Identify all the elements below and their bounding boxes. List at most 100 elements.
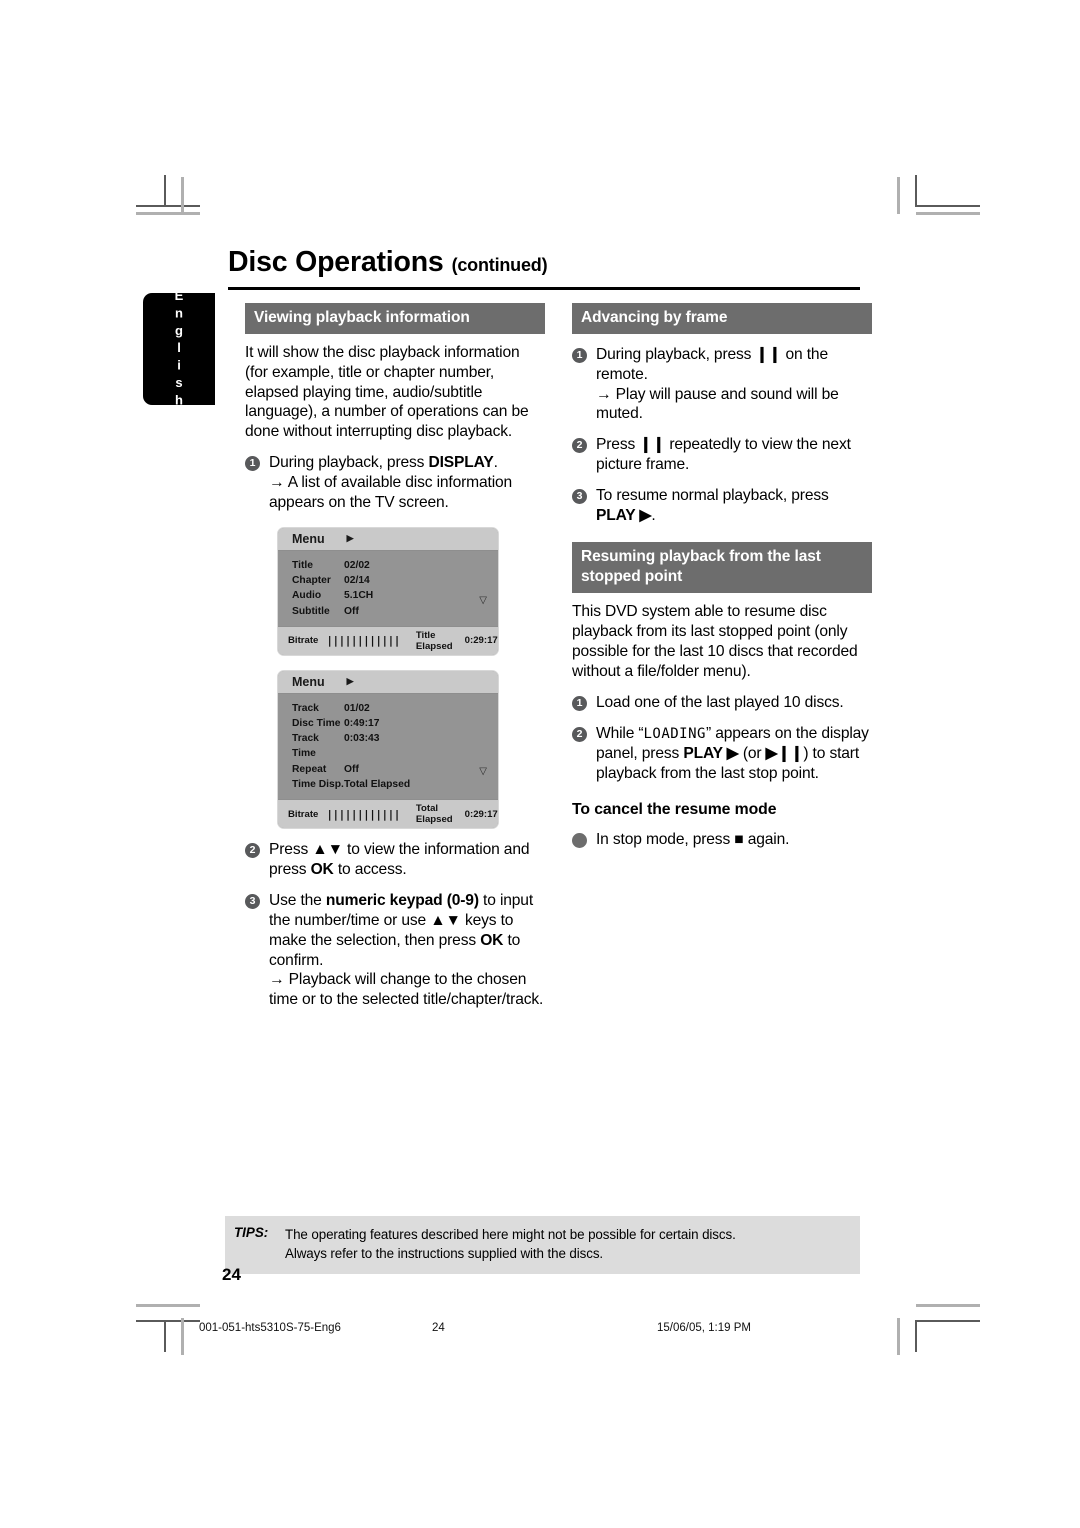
plain-text: During playback, press bbox=[269, 454, 429, 472]
osd-row-key: Chapter bbox=[292, 575, 331, 587]
step-result-note: → Playback will change to the chosen tim… bbox=[269, 971, 544, 1009]
osd-menu-row: Title 02/02 bbox=[278, 558, 498, 573]
page-title: Disc Operations (continued) bbox=[228, 248, 860, 277]
step-left-b-1: 2 Press ▲▼ to view the information and pr… bbox=[245, 840, 545, 880]
tips-box: TIPS: The operating features described h… bbox=[225, 1216, 860, 1275]
step-number-marker: 1 bbox=[245, 456, 260, 472]
printer-footer-filename: 001-051-hts5310S-75-Eng6 bbox=[199, 1322, 341, 1334]
section-heading-resuming-playback: Resuming playback from the last stopped … bbox=[572, 541, 872, 594]
step-text: Press ▲▼ to view the information and pre… bbox=[269, 841, 530, 879]
step-number-marker: 1 bbox=[572, 695, 587, 711]
elapsed-value: 0:29:17 bbox=[464, 635, 498, 647]
manual-page: Disc Operations (continued) English View… bbox=[0, 0, 1080, 1528]
right-column: Advancing by frame 1 During playback, pre… bbox=[572, 303, 872, 850]
osd-status-bar: Bitrate |||||||||||| Total Elapsed 0:29:17 bbox=[278, 799, 498, 829]
osd-menu-row: Disc Time 0:49:17 bbox=[278, 716, 498, 731]
step-text: Press ❙❙ repeatedly to view the next pic… bbox=[596, 436, 851, 473]
osd-row-value: 5.1CH bbox=[344, 590, 374, 602]
osd-row-key: Disc Time bbox=[292, 718, 341, 729]
chevron-down-icon: ▽ bbox=[479, 766, 487, 778]
osd-row-key: Time Disp. bbox=[292, 778, 344, 790]
page-title-main: Disc Operations bbox=[228, 246, 444, 278]
osd-row-value: 0:49:17 bbox=[344, 718, 380, 729]
osd-menu-title: Menu bbox=[292, 674, 325, 689]
right-steps-group-1: 1 During playback, press ❙❙ on the remote… bbox=[572, 345, 872, 526]
plain-text: To resume normal playback, press bbox=[596, 487, 829, 505]
plain-text: During playback, press bbox=[596, 345, 756, 363]
step-resuming-1: 1 Load one of the last played 10 discs. bbox=[572, 693, 872, 713]
osd-row-value: 0:03:43 bbox=[344, 733, 380, 745]
plain-text: . bbox=[493, 454, 498, 472]
plain-text: Press bbox=[269, 841, 313, 859]
emphasis-text: ❙❙ bbox=[639, 436, 666, 454]
osd-row-value: 02/14 bbox=[344, 575, 370, 587]
chevron-down-icon: ▽ bbox=[479, 594, 487, 606]
plain-text: While “ bbox=[596, 724, 644, 742]
page-number: 24 bbox=[222, 1265, 241, 1284]
osd-menu-row: Subtitle Off bbox=[278, 604, 498, 619]
elapsed-value: 0:29:17 bbox=[464, 808, 498, 820]
title-rule bbox=[228, 286, 860, 290]
osd-status-bar: Bitrate |||||||||||| Title Elapsed 0:29:17 bbox=[278, 625, 498, 655]
step-number-marker: 3 bbox=[572, 489, 587, 505]
osd-row-key: Track bbox=[292, 702, 319, 714]
emphasis-text: DISPLAY bbox=[428, 454, 494, 472]
step-number-marker: 2 bbox=[572, 438, 587, 454]
osd-menu-row: Chapter 02/14 bbox=[278, 573, 498, 588]
osd-menu-row: Track Time 0:03:43 bbox=[278, 731, 498, 761]
osd-menu-box: Menu ▶ Title 02/02 Chapter 02/14 Audio 5.1CH Sub… bbox=[277, 526, 499, 656]
osd-menu-row: Track 01/02 bbox=[278, 701, 498, 716]
bitrate-bars: |||||||||||| bbox=[326, 807, 400, 821]
section-heading-viewing-playback-information: Viewing playback information bbox=[245, 303, 545, 334]
step-result-note: → Play will pause and sound will be mute… bbox=[596, 385, 839, 423]
language-tab-label: English bbox=[171, 288, 187, 410]
left-steps-group-b: 2 Press ▲▼ to view the information and pr… bbox=[245, 840, 545, 1010]
right-steps-group-2: 1 Load one of the last played 10 discs. 2 W… bbox=[572, 693, 872, 784]
step-result-note: → A list of available disc information a… bbox=[269, 474, 513, 511]
emphasis-text: OK bbox=[480, 931, 504, 949]
plain-text: Load one of the last played 10 discs. bbox=[596, 693, 844, 711]
plain-text: . bbox=[651, 506, 656, 524]
step-number-marker: 3 bbox=[245, 893, 260, 909]
plain-text: Use the bbox=[269, 891, 326, 909]
osd-menu-box: Menu ▶ Track 01/02 Disc Time 0:49:17 Track Tim… bbox=[277, 669, 499, 830]
osd-menu-header: Menu ▶ bbox=[278, 527, 498, 551]
step-left-b-2: 3 Use the numeric keypad (0-9) to input t… bbox=[245, 891, 545, 1010]
page-header: Disc Operations (continued) bbox=[228, 248, 860, 290]
plain-text: In stop mode, press bbox=[596, 831, 735, 849]
osd-row-key: Title bbox=[292, 559, 313, 571]
tips-label: TIPS: bbox=[234, 1225, 269, 1240]
osd-row-value: 02/02 bbox=[344, 559, 370, 571]
osd-menu-body: Title 02/02 Chapter 02/14 Audio 5.1CH Subtitle… bbox=[278, 551, 498, 626]
osd-menu-header: Menu ▶ bbox=[278, 670, 498, 694]
osd-menu-body: Track 01/02 Disc Time 0:49:17 Track Time 0:03… bbox=[278, 694, 498, 799]
plain-text: (or bbox=[738, 744, 766, 762]
step-cancel-1: In stop mode, press ■ again. bbox=[572, 830, 872, 850]
left-column: Viewing playback information It will sho… bbox=[245, 303, 545, 1010]
bullet-marker bbox=[572, 833, 587, 849]
step-text: During playback, press ❙❙ on the remote. bbox=[596, 346, 828, 383]
osd-menu-row: Repeat Off bbox=[278, 762, 498, 777]
section-heading-advancing-by-frame: Advancing by frame bbox=[572, 303, 872, 334]
emphasis-text: ■ bbox=[734, 831, 744, 849]
step-number-marker: 1 bbox=[572, 347, 587, 363]
osd-row-key: Repeat bbox=[292, 763, 327, 775]
play-arrow-icon: ▶ bbox=[346, 533, 354, 544]
elapsed-label: Total Elapsed bbox=[415, 803, 453, 826]
emphasis-text: OK bbox=[310, 861, 334, 879]
step-advancing-2: 2 Press ❙❙ repeatedly to view the next pi… bbox=[572, 435, 872, 475]
osd-examples: Menu ▶ Title 02/02 Chapter 02/14 Audio 5.1CH Sub… bbox=[245, 526, 545, 830]
step-advancing-1: 1 During playback, press ❙❙ on the remote… bbox=[572, 345, 872, 425]
step-left-1: 1 During playback, press DISPLAY. → A list… bbox=[245, 453, 545, 513]
emphasis-text: PLAY ▶ bbox=[683, 744, 739, 762]
step-resuming-2: 2 While “LOADING” appears on the display … bbox=[572, 724, 872, 784]
bitrate-bars: |||||||||||| bbox=[326, 634, 400, 648]
osd-menu-row: Time Disp. Total Elapsed bbox=[278, 777, 498, 792]
osd-row-value: 01/02 bbox=[344, 702, 370, 714]
tips-line-1: The operating features described here mi… bbox=[285, 1227, 736, 1242]
osd-row-key: Subtitle bbox=[292, 605, 330, 617]
tips-line-2: Always refer to the instructions supplie… bbox=[285, 1246, 604, 1262]
plain-text: Press bbox=[596, 436, 640, 454]
osd-row-value: Off bbox=[344, 763, 359, 775]
emphasis-text: ▶❙❙ bbox=[765, 744, 804, 762]
